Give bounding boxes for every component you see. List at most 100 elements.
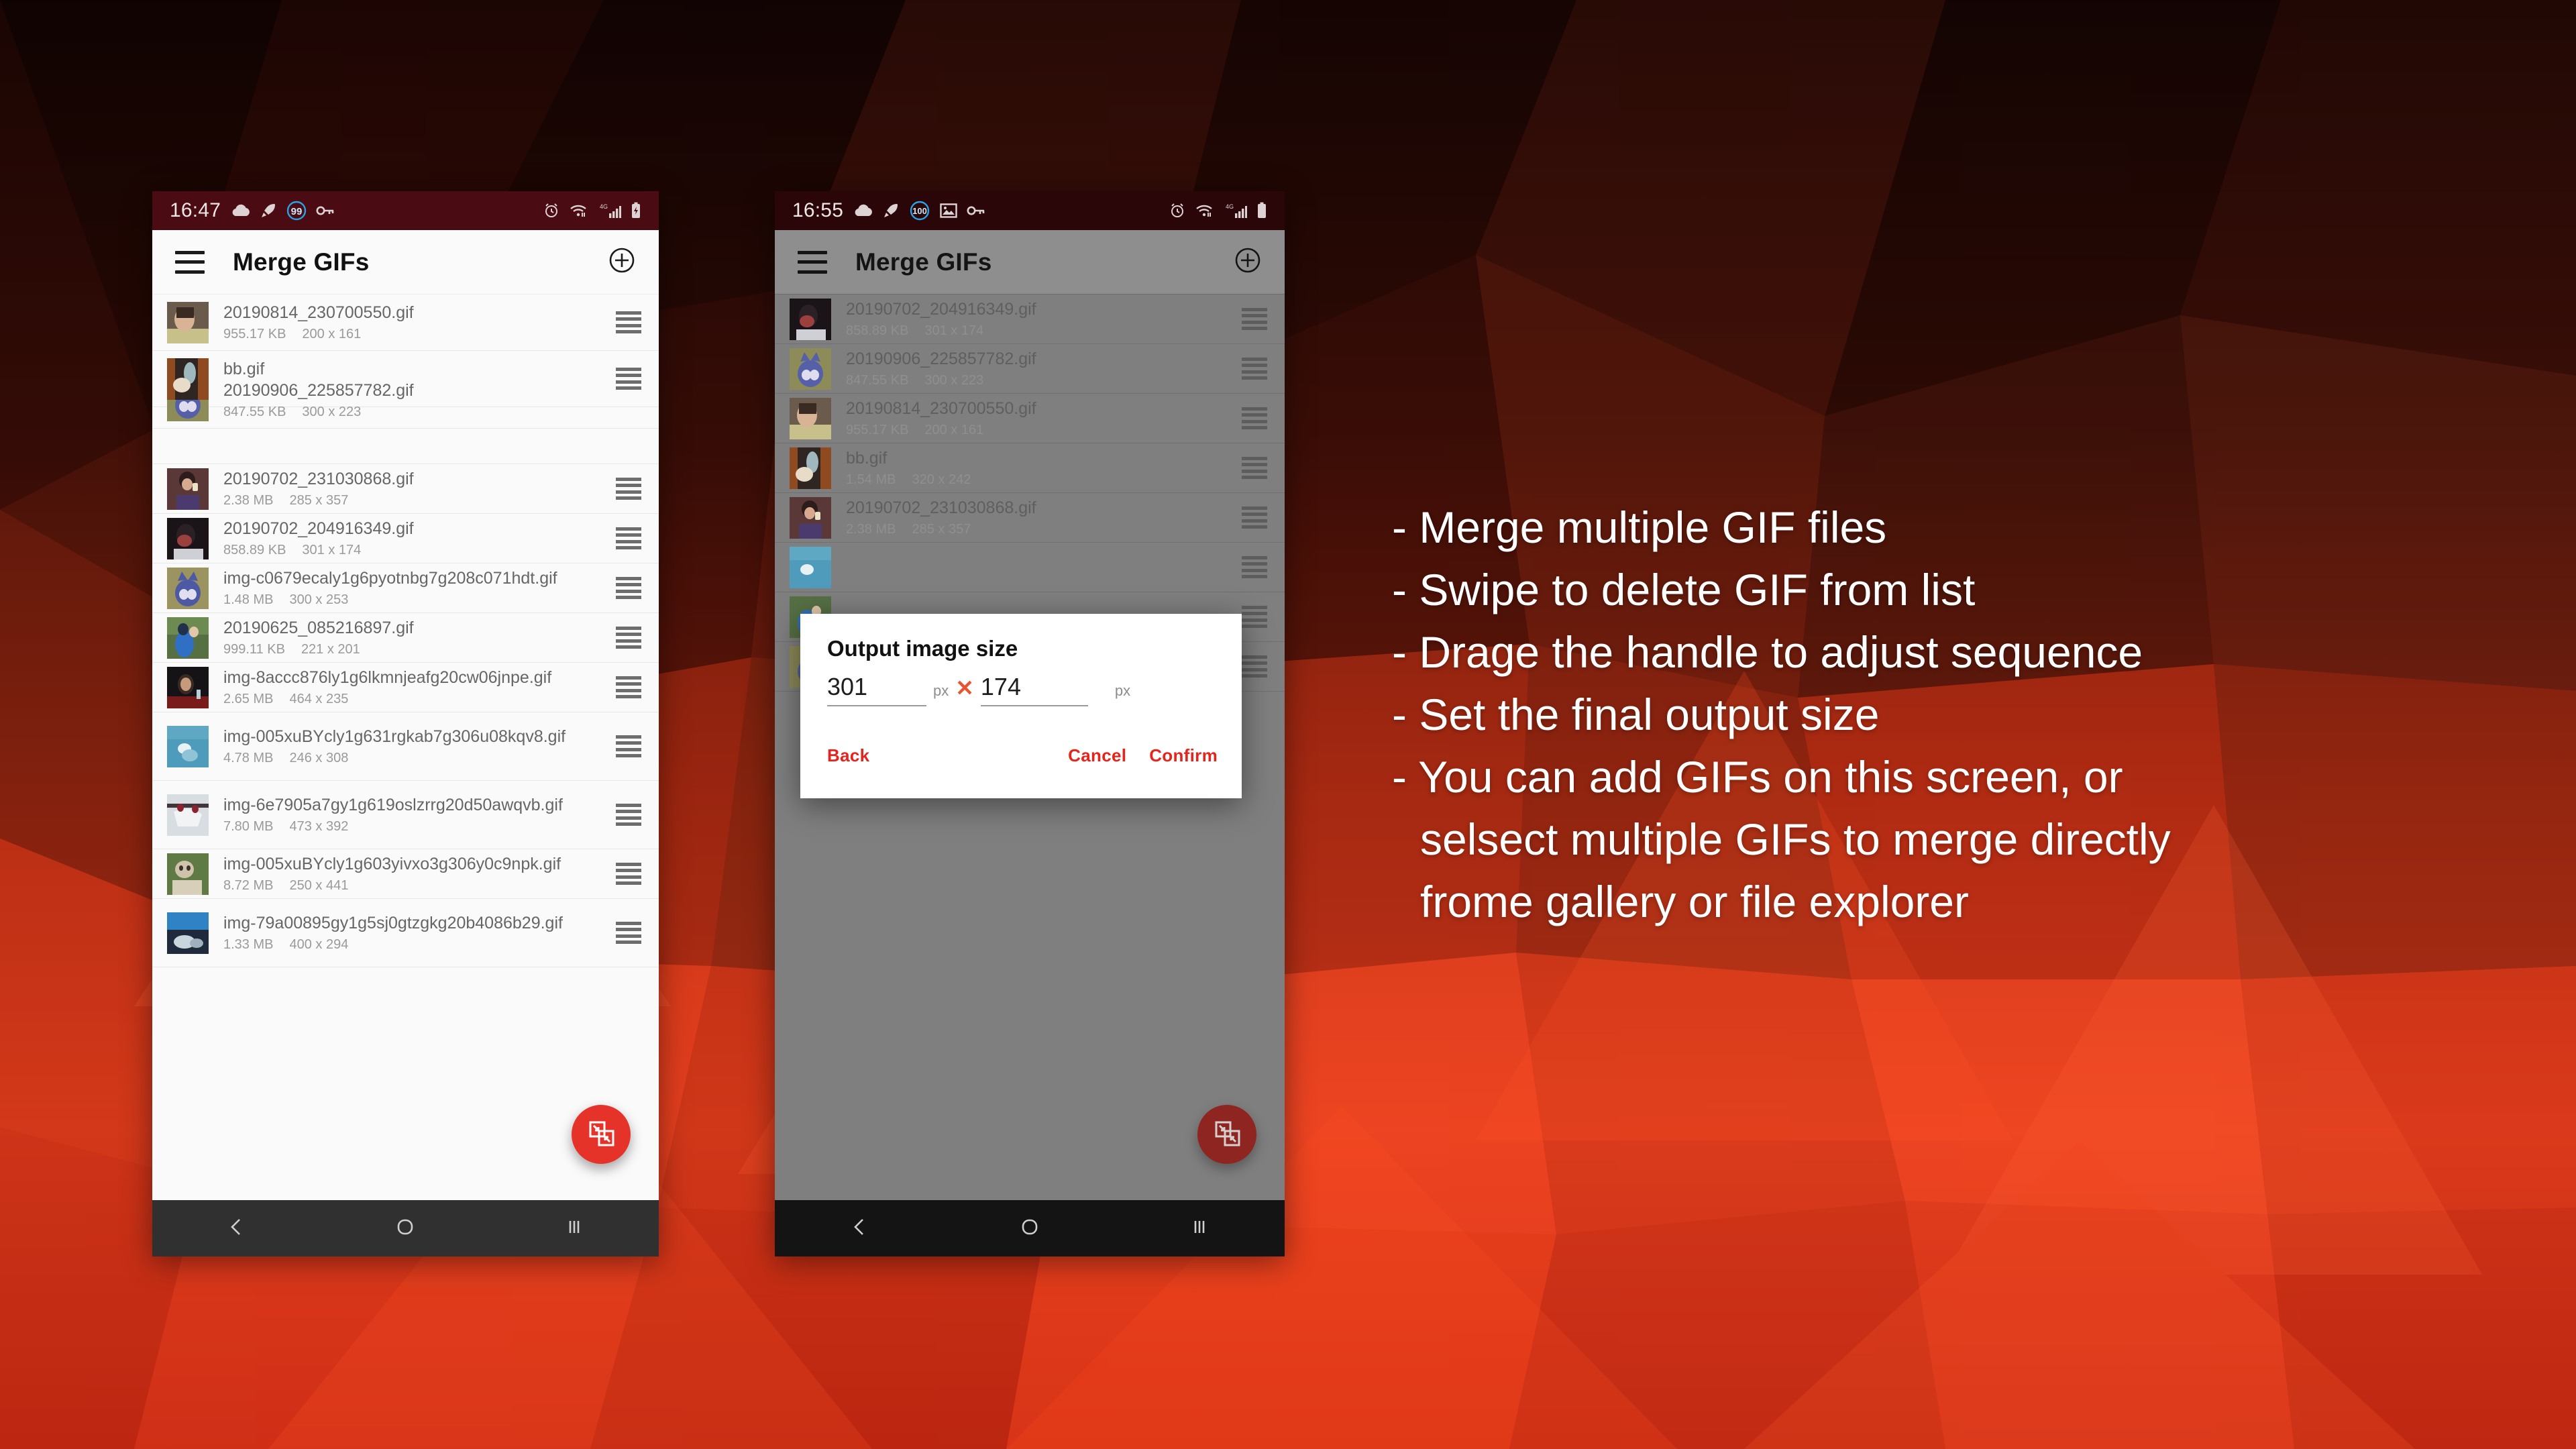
add-circle-icon[interactable]	[608, 246, 636, 278]
drag-handle-icon[interactable]	[616, 626, 641, 649]
file-dims: 300 x 223	[924, 372, 984, 388]
file-size: 847.55 KB	[846, 372, 909, 388]
list-item[interactable]: 20190702_231030868.gif 2.38 MB 285 x 357	[775, 493, 1285, 543]
drag-handle-icon[interactable]	[616, 735, 641, 758]
list-item-obscured[interactable]	[775, 543, 1285, 592]
thumbnail	[167, 794, 209, 836]
feature-line: - Merge multiple GIF files	[1392, 502, 1887, 552]
list-item[interactable]: img-005xuBYcly1g603yivxo3g306y0c9npk.gif…	[152, 849, 659, 899]
list-item[interactable]: img-6e7905a7gy1g619oslzrrg20d50awqvb.gif…	[152, 781, 659, 849]
alarm-icon	[1169, 203, 1185, 219]
height-input[interactable]: 174	[980, 673, 1088, 706]
recents-icon[interactable]	[1189, 1216, 1210, 1241]
merge-icon	[585, 1117, 617, 1152]
home-icon[interactable]	[1019, 1216, 1040, 1241]
badge-99-icon: 99	[286, 201, 307, 221]
thumbnail	[167, 912, 209, 954]
hamburger-icon[interactable]	[798, 250, 827, 274]
list-item[interactable]: img-c0679ecaly1g6pyotnbg7g208c071hdt.gif…	[152, 564, 659, 613]
cloud-icon	[230, 203, 250, 218]
file-dims: 320 x 242	[912, 472, 971, 487]
dialog-actions: Back Cancel Confirm	[827, 745, 1218, 766]
drag-handle-icon[interactable]	[616, 477, 641, 500]
drag-handle-icon[interactable]	[1242, 605, 1267, 629]
back-icon[interactable]	[849, 1216, 871, 1241]
nav-bar-left[interactable]	[152, 1200, 659, 1256]
file-size: 955.17 KB	[223, 326, 286, 341]
cancel-button[interactable]: Cancel	[1068, 745, 1126, 766]
image-icon	[940, 203, 957, 218]
list-item[interactable]: img-005xuBYcly1g631rgkab7g306u08kqv8.gif…	[152, 712, 659, 781]
file-name: 20190702_204916349.gif	[223, 519, 414, 539]
drag-handle-icon[interactable]	[1242, 456, 1267, 480]
feature-line: - Set the final output size	[1392, 690, 1880, 740]
file-name: 20190906_225857782.gif	[846, 350, 1036, 369]
dialog-title: Output image size	[827, 636, 1018, 661]
file-dims: 221 x 201	[301, 641, 360, 657]
list-item[interactable]: 20190814_230700550.gif 955.17 KB 200 x 16…	[152, 294, 659, 351]
file-dims: 200 x 161	[302, 326, 362, 341]
merge-fab-right[interactable]	[1197, 1105, 1256, 1164]
drag-handle-icon[interactable]	[616, 311, 641, 334]
drag-handle-icon[interactable]	[1242, 407, 1267, 430]
home-icon[interactable]	[394, 1216, 416, 1241]
drag-handle-icon[interactable]	[616, 367, 641, 390]
signal-4g-icon: 4G	[598, 203, 621, 219]
drag-handle-icon[interactable]	[616, 862, 641, 885]
feature-line-continued: frome gallery or file explorer	[1420, 877, 1969, 927]
list-item[interactable]: 20190625_085216897.gif 999.11 KB 221 x 20…	[152, 613, 659, 663]
status-bar-left: 16:47 99 4G	[152, 191, 659, 230]
list-item[interactable]: img-8accc876ly1g6lkmnjeafg20cw06jnpe.gif…	[152, 663, 659, 712]
thumbnail	[167, 358, 209, 400]
merge-fab-left[interactable]	[572, 1105, 631, 1164]
screenshot-canvas: 16:47 99 4G Merge GIFs 20190814_23070055…	[0, 0, 2576, 1449]
battery-charging-icon	[631, 202, 641, 219]
file-name: 20190814_230700550.gif	[223, 303, 414, 323]
list-item[interactable]: img-79a00895gy1g5sj0gtzgkg20b4086b29.gif…	[152, 899, 659, 967]
file-name: img-79a00895gy1g5sj0gtzgkg20b4086b29.gif	[223, 914, 563, 933]
file-name: img-c0679ecaly1g6pyotnbg7g208c071hdt.gif	[223, 569, 557, 588]
nav-bar-right[interactable]	[775, 1200, 1285, 1256]
drag-handle-icon[interactable]	[1242, 655, 1267, 678]
file-size: 858.89 KB	[223, 542, 286, 557]
list-item[interactable]: 20190906_225857782.gif 847.55 KB 300 x 22…	[775, 344, 1285, 394]
thumbnail	[790, 496, 831, 539]
drag-handle-icon[interactable]	[616, 527, 641, 550]
drag-handle-icon[interactable]	[616, 803, 641, 826]
list-item[interactable]: 20190702_231030868.gif 2.38 MB 285 x 357	[152, 464, 659, 514]
recents-icon[interactable]	[564, 1216, 585, 1241]
drag-handle-icon[interactable]	[1242, 555, 1267, 579]
back-button[interactable]: Back	[827, 745, 869, 766]
file-name: img-6e7905a7gy1g619oslzrrg20d50awqvb.gif	[223, 796, 563, 815]
drag-handle-icon[interactable]	[1242, 357, 1267, 380]
list-item[interactable]: 20190814_230700550.gif 955.17 KB 200 x 16…	[775, 394, 1285, 443]
output-size-dialog[interactable]: Output image size 301 px ✕ 174 px Back C…	[800, 614, 1242, 798]
drag-handle-icon[interactable]	[616, 576, 641, 600]
thumbnail	[790, 447, 831, 489]
gif-list-left[interactable]: 20190814_230700550.gif 955.17 KB 200 x 16…	[152, 294, 659, 1200]
file-size: 8.72 MB	[223, 877, 274, 893]
svg-text:4G: 4G	[600, 203, 608, 210]
hamburger-icon[interactable]	[175, 250, 205, 274]
app-bar-right: Merge GIFs	[775, 230, 1285, 294]
thumbnail	[167, 616, 209, 659]
file-size: 1.33 MB	[223, 936, 274, 952]
drag-handle-icon[interactable]	[1242, 506, 1267, 529]
drag-handle-icon[interactable]	[1242, 307, 1267, 331]
confirm-button[interactable]: Confirm	[1149, 745, 1218, 766]
file-dims: 250 x 441	[289, 877, 349, 893]
size-inputs-row: 301 px ✕ 174 px	[827, 673, 1216, 706]
add-circle-icon[interactable]	[1234, 246, 1262, 278]
drag-handle-icon[interactable]	[616, 676, 641, 699]
thumbnail	[167, 666, 209, 708]
phone-left: 16:47 99 4G Merge GIFs 20190814_23070055…	[152, 191, 659, 1256]
page-title: Merge GIFs	[855, 248, 992, 276]
list-item[interactable]: 20190702_204916349.gif 858.89 KB 301 x 17…	[152, 514, 659, 564]
list-item[interactable]: 20190702_204916349.gif 858.89 KB 301 x 17…	[775, 294, 1285, 344]
width-input[interactable]: 301	[827, 673, 926, 706]
drag-handle-icon[interactable]	[616, 921, 641, 945]
page-title: Merge GIFs	[233, 248, 370, 276]
back-icon[interactable]	[226, 1216, 248, 1241]
svg-text:100: 100	[912, 206, 927, 216]
list-item[interactable]: bb.gif 1.54 MB 320 x 242	[775, 443, 1285, 493]
